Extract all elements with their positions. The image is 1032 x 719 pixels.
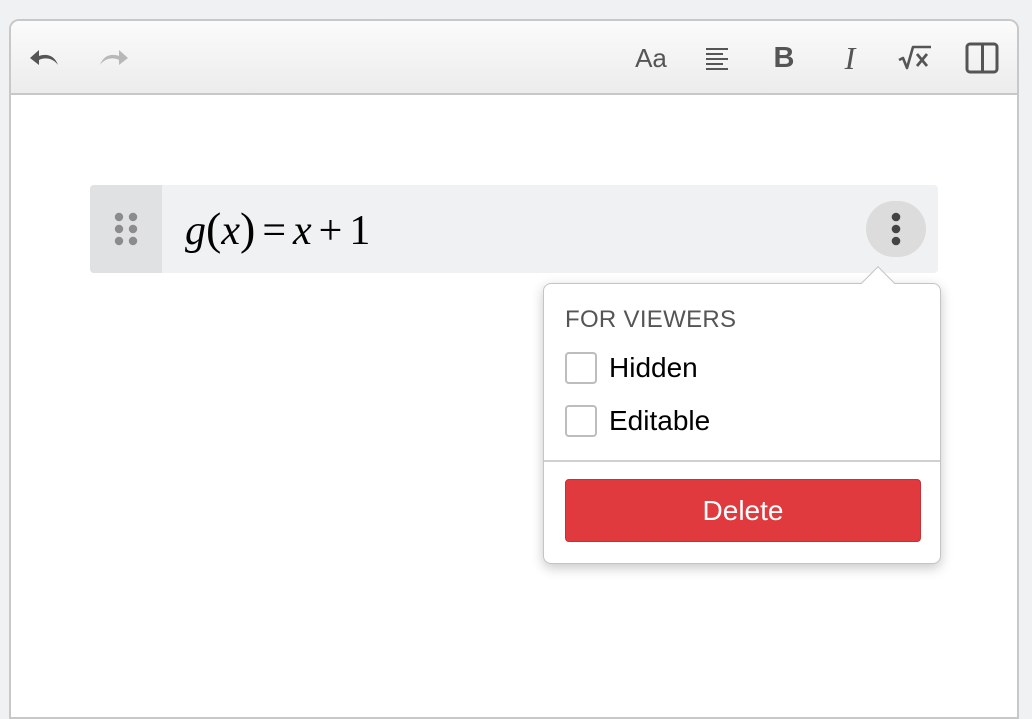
delete-button[interactable]: Delete <box>565 479 921 542</box>
hidden-label: Hidden <box>609 352 698 383</box>
math-button[interactable] <box>895 38 935 78</box>
open-paren: ( <box>206 203 222 254</box>
bold-label: B <box>773 41 795 74</box>
options-popover: FOR VIEWERS Hidden Editable Delete <box>543 266 941 564</box>
vertical-dots-icon <box>891 212 901 246</box>
editor-window: Aa B I g(x) = x + 1 FOR VIEWERS Hidden E… <box>9 19 1019 719</box>
bold-button[interactable]: B <box>764 38 804 78</box>
canvas-area: g(x)=x+1 FOR VIEWERS Hidden Editable <box>11 95 1017 717</box>
layout-button[interactable] <box>962 38 1002 78</box>
function-name: g <box>185 208 206 254</box>
editable-checkbox[interactable] <box>565 405 597 437</box>
constant: 1 <box>349 208 371 254</box>
hidden-checkbox[interactable] <box>565 352 597 384</box>
close-paren: ) <box>239 203 256 254</box>
italic-button[interactable]: I <box>830 38 870 78</box>
drag-handle-icon <box>114 212 138 246</box>
drag-handle[interactable] <box>90 185 162 273</box>
plus-sign: + <box>318 208 343 254</box>
font-size-label: Aa <box>635 42 667 73</box>
editable-option[interactable]: Editable <box>565 403 710 439</box>
popover-divider <box>544 460 940 462</box>
undo-icon <box>30 50 58 65</box>
more-options-button[interactable] <box>866 201 926 257</box>
redo-icon <box>100 50 128 65</box>
square-root-icon <box>898 45 931 70</box>
italic-label: I <box>844 39 856 76</box>
redo-button[interactable] <box>93 38 133 78</box>
editable-label: Editable <box>609 405 711 436</box>
align-left-icon <box>706 48 728 70</box>
hidden-option[interactable]: Hidden <box>565 350 698 386</box>
formula[interactable]: g(x) = x +1 <box>185 203 370 255</box>
undo-button[interactable] <box>25 38 65 78</box>
align-button[interactable] <box>697 38 737 78</box>
toolbar: Aa B I <box>11 21 1017 95</box>
font-size-button[interactable]: Aa <box>631 38 671 78</box>
expression-row[interactable]: g(x) = x +1 <box>90 185 938 273</box>
rhs-variable: x <box>293 208 312 254</box>
split-panel-icon <box>965 42 999 74</box>
equals-sign: = <box>262 208 286 254</box>
popover-heading: FOR VIEWERS <box>565 306 737 333</box>
function-argument: x <box>221 208 240 254</box>
